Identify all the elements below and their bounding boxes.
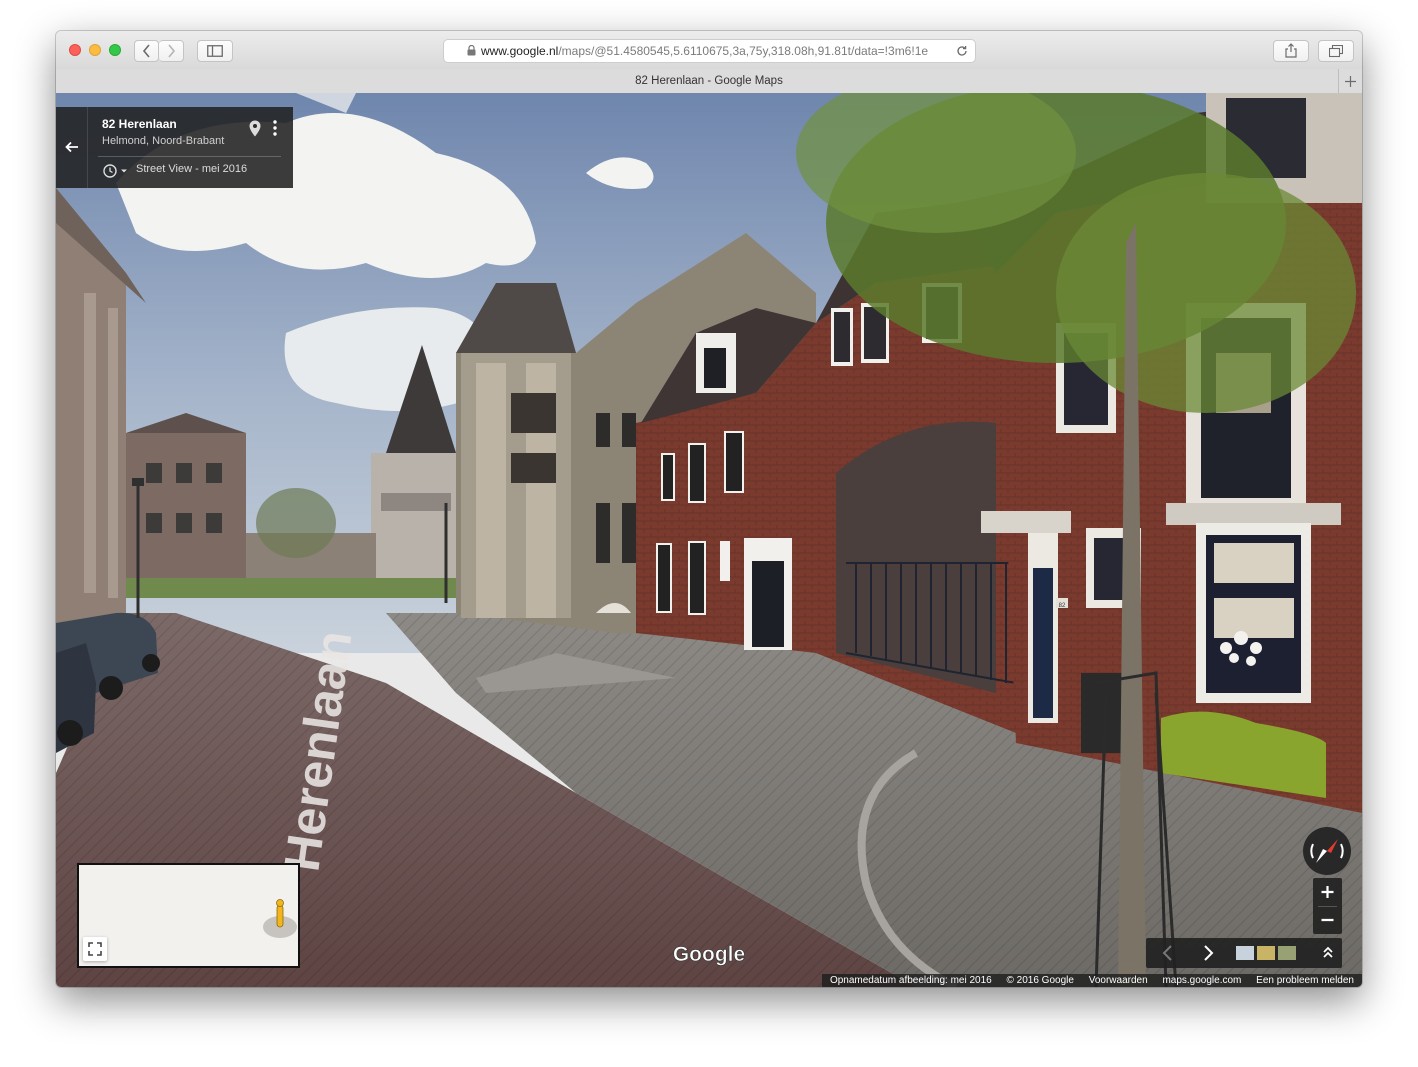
zoom-controls xyxy=(1313,878,1342,934)
street-view-date[interactable]: Street View - mei 2016 xyxy=(136,163,247,175)
expand-photos-button[interactable] xyxy=(1318,938,1338,968)
lock-icon xyxy=(467,44,476,56)
history-clock-icon xyxy=(103,164,127,178)
url-path: /maps/@51.4580545,5.6110675,3a,75y,318.0… xyxy=(558,44,929,58)
show-tabs-button[interactable] xyxy=(1318,40,1354,62)
tabs-icon xyxy=(1328,44,1344,58)
compass-icon xyxy=(1310,839,1344,863)
zoom-out-icon xyxy=(1321,918,1334,922)
place-card: 82 Herenlaan Helmond, Noord-Brabant Stre… xyxy=(56,107,293,188)
chevron-right-icon xyxy=(168,44,176,58)
photo-thumbnail-3[interactable] xyxy=(1278,946,1296,960)
next-icon xyxy=(1204,945,1214,961)
browser-window: www.google.nl/maps/@51.4580545,5.6110675… xyxy=(56,31,1362,987)
url-text: www.google.nl/maps/@51.4580545,5.6110675… xyxy=(444,40,951,62)
expand-map-button[interactable] xyxy=(83,937,107,961)
chevron-left-icon xyxy=(142,44,150,58)
terms-link[interactable]: Voorwaarden xyxy=(1089,975,1148,986)
more-vert-icon[interactable] xyxy=(273,120,277,136)
sidebar-icon xyxy=(207,45,223,57)
address-bar[interactable]: www.google.nl/maps/@51.4580545,5.6110675… xyxy=(443,39,976,63)
compass-button[interactable] xyxy=(1303,827,1351,875)
tab-title[interactable]: 82 Herenlaan - Google Maps xyxy=(56,69,1362,93)
place-subtitle: Helmond, Noord-Brabant xyxy=(102,135,225,147)
place-title[interactable]: 82 Herenlaan xyxy=(102,117,177,131)
zoom-in-icon xyxy=(1321,886,1334,898)
report-problem-link[interactable]: Een probleem melden xyxy=(1256,975,1354,986)
photo-thumbnail-2[interactable] xyxy=(1257,946,1275,960)
minimize-window-button[interactable] xyxy=(89,44,101,56)
maps-site-link[interactable]: maps.google.com xyxy=(1162,975,1241,986)
attribution-bar: Opnamedatum afbeelding: mei 2016 © 2016 … xyxy=(821,974,1362,987)
pin-icon[interactable] xyxy=(249,120,261,137)
tab-bar: 82 Herenlaan - Google Maps xyxy=(56,69,1362,94)
capture-date: Opnamedatum afbeelding: mei 2016 xyxy=(829,975,992,986)
back-arrow-icon xyxy=(65,141,78,153)
photo-strip-bar xyxy=(1146,938,1342,968)
house-number: 82 xyxy=(1059,603,1066,609)
zoom-out-button[interactable] xyxy=(1313,906,1342,934)
grass xyxy=(116,578,466,598)
zoom-window-button[interactable] xyxy=(109,44,121,56)
share-button[interactable] xyxy=(1273,40,1309,62)
expand-icon xyxy=(1323,946,1333,958)
forward-button[interactable] xyxy=(159,40,184,62)
sidebar-toggle-button[interactable] xyxy=(197,40,233,62)
close-window-button[interactable] xyxy=(69,44,81,56)
browser-toolbar: www.google.nl/maps/@51.4580545,5.6110675… xyxy=(56,31,1362,70)
street-view-viewport[interactable]: Herenlaan 82 Google 82 Herenlaan Helmond… xyxy=(56,93,1362,987)
fullscreen-icon xyxy=(88,942,102,956)
photo-thumbnail-1[interactable] xyxy=(1236,946,1254,960)
previous-photo-button[interactable] xyxy=(1154,938,1182,968)
reload-icon[interactable] xyxy=(956,45,968,57)
prev-icon xyxy=(1162,945,1172,961)
new-tab-button[interactable] xyxy=(1338,69,1362,93)
zoom-in-button[interactable] xyxy=(1313,878,1342,906)
new-tab-icon xyxy=(1345,76,1356,87)
street-view-panorama[interactable]: Herenlaan 82 Google xyxy=(56,93,1362,987)
card-divider xyxy=(98,156,281,157)
next-photo-button[interactable] xyxy=(1194,938,1222,968)
minimap[interactable] xyxy=(77,863,300,968)
pegman-icon[interactable] xyxy=(260,897,300,939)
copyright: © 2016 Google xyxy=(1006,975,1074,986)
google-logo: Google xyxy=(673,943,745,966)
time-machine-button[interactable] xyxy=(102,163,130,181)
back-to-map-button[interactable] xyxy=(56,107,88,188)
url-domain: www.google.nl xyxy=(480,44,559,58)
back-button[interactable] xyxy=(134,40,159,62)
share-icon xyxy=(1285,43,1297,58)
